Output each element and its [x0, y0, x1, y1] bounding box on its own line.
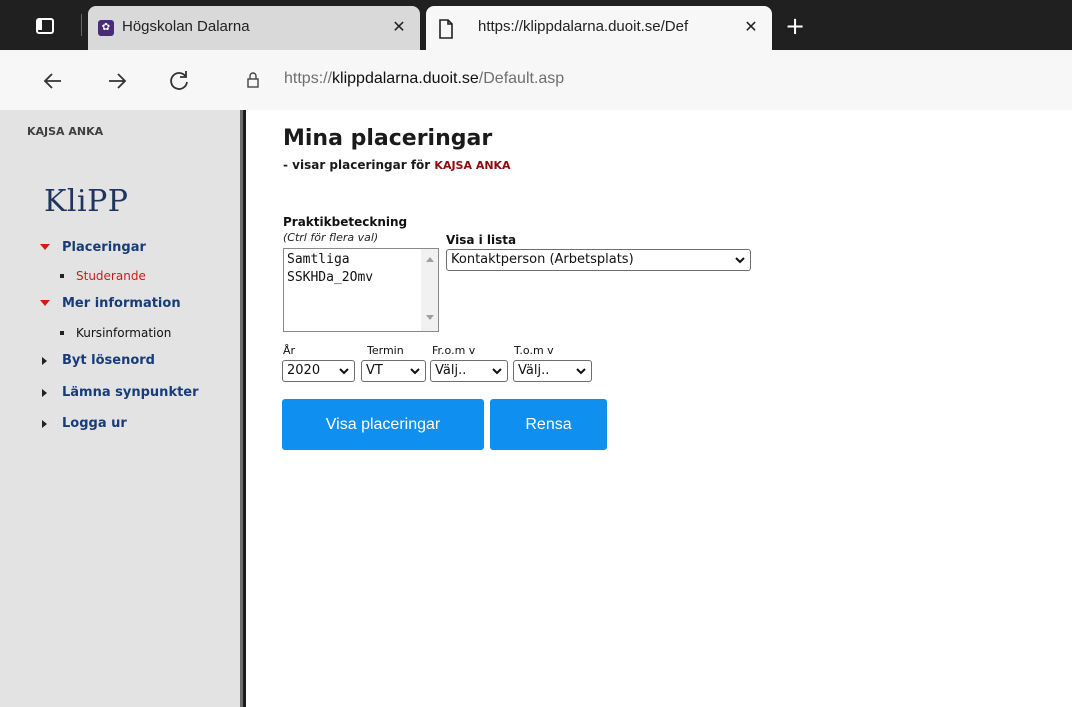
- refresh-icon[interactable]: [166, 68, 192, 94]
- collapsed-arrow-icon: [42, 357, 47, 365]
- collapsed-arrow-icon: [42, 420, 47, 428]
- menu-subitem-label: Kursinformation: [76, 326, 172, 340]
- subtitle-prefix: - visar placeringar för: [283, 158, 431, 172]
- praktik-label: Praktikbeteckning: [283, 215, 408, 229]
- menu-item-label: Logga ur: [62, 416, 127, 431]
- klipp-logo: KliPP: [44, 184, 129, 219]
- bullet-icon: [60, 331, 64, 335]
- user-name: KAJSA ANKA: [27, 125, 104, 138]
- url-host: klippdalarna.duoit.se: [332, 70, 479, 87]
- chevron-down-icon: [410, 368, 420, 375]
- visa-i-lista-select[interactable]: Kontaktperson (Arbetsplats): [446, 249, 751, 271]
- forward-arrow-icon[interactable]: [104, 68, 130, 94]
- close-tab-icon[interactable]: ✕: [740, 16, 762, 38]
- chevron-down-icon: [735, 257, 745, 264]
- praktik-hint: (Ctrl för flera val): [283, 231, 379, 244]
- year-select[interactable]: 2020: [282, 360, 355, 382]
- subtitle-user-name: KAJSA ANKA: [434, 159, 511, 172]
- back-arrow-icon[interactable]: [40, 68, 66, 94]
- tab-klipp[interactable]: https://klippdalarna.duoit.se/Def ✕: [426, 6, 772, 50]
- visa-label: Visa i lista: [446, 233, 517, 247]
- menu-item-label: Byt lösenord: [62, 353, 155, 368]
- browser-toolbar: https://klippdalarna.duoit.se/Default.as…: [0, 50, 1072, 110]
- chevron-down-icon: [339, 368, 349, 375]
- close-tab-icon[interactable]: ✕: [388, 16, 410, 38]
- to-week-select[interactable]: Välj..: [513, 360, 592, 382]
- select-value: 2020: [287, 363, 321, 378]
- page-title: Mina placeringar: [283, 126, 493, 151]
- browser-tab-strip: ✿ Högskolan Dalarna ✕ https://klippdalar…: [0, 0, 1072, 50]
- menu-item-label: Placeringar: [62, 240, 146, 255]
- listbox-scrollbar[interactable]: [421, 249, 438, 331]
- url-text: https://klippdalarna.duoit.se/Default.as…: [284, 70, 564, 88]
- tab-title: Högskolan Dalarna: [122, 18, 250, 35]
- tab-hogskolan-dalarna[interactable]: ✿ Högskolan Dalarna ✕: [88, 6, 420, 50]
- chevron-down-icon: [492, 368, 502, 375]
- url-path: /Default.asp: [478, 70, 565, 87]
- sidebar: KAJSA ANKA KliPP Placeringar Studerande …: [0, 110, 243, 707]
- page-subtitle: - visar placeringar för KAJSA ANKA: [283, 158, 511, 172]
- select-value: Kontaktperson (Arbetsplats): [451, 252, 634, 267]
- expanded-arrow-icon: [40, 244, 50, 250]
- to-week-label: T.o.m v: [514, 344, 554, 357]
- chevron-down-icon: [576, 368, 586, 375]
- menu-item-label: Mer information: [62, 296, 181, 311]
- term-select[interactable]: VT: [361, 360, 426, 382]
- menu-subitem-label: Studerande: [76, 269, 146, 283]
- page-icon: [439, 19, 453, 39]
- from-week-label: Fr.o.m v: [432, 344, 476, 357]
- collapsed-arrow-icon: [42, 389, 47, 397]
- praktik-listbox[interactable]: Samtliga SSKHDa_2Omv: [283, 248, 439, 332]
- select-value: Välj..: [518, 363, 550, 378]
- from-week-select[interactable]: Välj..: [430, 360, 508, 382]
- show-placements-button[interactable]: Visa placeringar: [282, 399, 484, 450]
- expanded-arrow-icon: [40, 300, 50, 306]
- clear-button[interactable]: Rensa: [490, 399, 607, 450]
- praktik-option[interactable]: Samtliga: [287, 252, 350, 267]
- tab-actions-icon[interactable]: [36, 18, 54, 34]
- bullet-icon: [60, 274, 64, 278]
- tab-separator: [81, 14, 82, 36]
- hogskolan-favicon-icon: ✿: [98, 20, 114, 36]
- url-scheme: https://: [284, 70, 333, 87]
- scroll-up-icon[interactable]: [426, 257, 434, 262]
- scroll-down-icon[interactable]: [426, 315, 434, 320]
- main-content: Mina placeringar - visar placeringar för…: [246, 110, 1072, 707]
- select-value: VT: [366, 363, 383, 378]
- lock-icon[interactable]: [246, 72, 260, 88]
- ar-label: År: [283, 344, 296, 357]
- tab-title: https://klippdalarna.duoit.se/Def: [478, 18, 689, 35]
- menu-item-label: Lämna synpunkter: [62, 385, 199, 400]
- praktik-option[interactable]: SSKHDa_2Omv: [287, 270, 373, 285]
- termin-label: Termin: [367, 344, 404, 357]
- select-value: Välj..: [435, 363, 467, 378]
- new-tab-icon[interactable]: +: [782, 14, 808, 40]
- address-bar[interactable]: https://klippdalarna.duoit.se/Default.as…: [230, 62, 1072, 98]
